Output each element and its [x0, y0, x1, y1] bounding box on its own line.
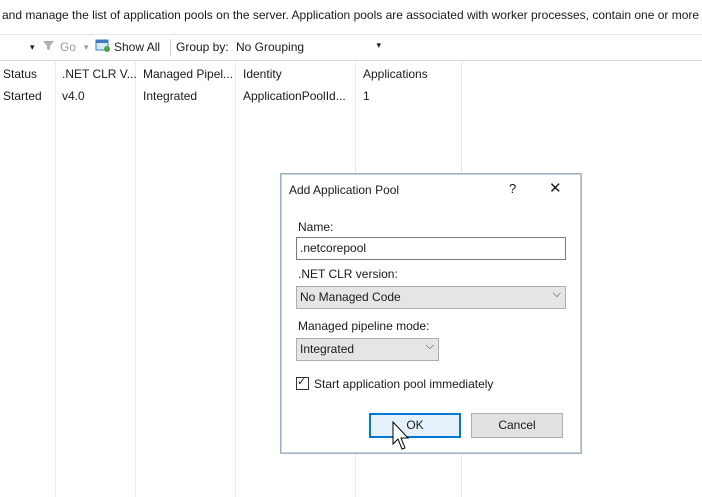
- group-by-chevron-icon: ▾: [376, 40, 381, 50]
- ok-button[interactable]: OK: [369, 413, 461, 438]
- cell-clr-version[interactable]: v4.0: [62, 89, 85, 103]
- add-application-pool-dialog: Add Application Pool ? ✕ Name: .NET CLR …: [280, 173, 582, 454]
- name-field[interactable]: [297, 238, 563, 257]
- clr-version-select[interactable]: No Managed Code ⌵: [296, 286, 566, 309]
- column-divider: [55, 60, 56, 497]
- pipeline-mode-label: Managed pipeline mode:: [298, 319, 430, 333]
- close-icon[interactable]: ✕: [549, 179, 562, 197]
- pipeline-mode-value: Integrated: [300, 342, 355, 356]
- name-label: Name:: [298, 220, 334, 234]
- go-button[interactable]: Go: [60, 40, 76, 54]
- group-by-select[interactable]: No Grouping ▾: [233, 37, 385, 57]
- column-divider: [235, 60, 236, 497]
- filter-dropdown-arrow-icon[interactable]: ▾: [30, 42, 35, 53]
- page-description: and manage the list of application pools…: [2, 8, 702, 22]
- pipeline-mode-select[interactable]: Integrated ⌵: [296, 338, 439, 361]
- start-immediately-label[interactable]: Start application pool immediately: [314, 377, 493, 391]
- cancel-button[interactable]: Cancel: [471, 413, 563, 438]
- cell-status[interactable]: Started: [3, 89, 42, 103]
- chevron-down-icon: ⌵: [552, 288, 561, 300]
- show-all-icon: [95, 39, 111, 56]
- show-all-button[interactable]: Show All: [114, 40, 160, 54]
- column-header-pipeline[interactable]: Managed Pipel...: [143, 67, 233, 81]
- column-header-identity[interactable]: Identity: [243, 67, 282, 81]
- go-dropdown-arrow-icon: ▾: [84, 42, 89, 52]
- group-by-value: No Grouping: [236, 40, 305, 54]
- start-immediately-checkbox[interactable]: ✓: [296, 376, 309, 390]
- dialog-title: Add Application Pool: [289, 183, 400, 197]
- clr-version-value: No Managed Code: [300, 290, 401, 304]
- checkmark-icon: ✓: [297, 376, 307, 388]
- column-header-status[interactable]: Status: [3, 67, 37, 81]
- column-divider: [135, 60, 136, 497]
- cell-pipeline[interactable]: Integrated: [143, 89, 197, 103]
- column-header-clr-version[interactable]: .NET CLR V...: [62, 67, 137, 81]
- name-field-box: [296, 237, 566, 260]
- cell-applications[interactable]: 1: [363, 89, 370, 103]
- chevron-down-icon: ⌵: [425, 340, 434, 352]
- clr-version-label: .NET CLR version:: [298, 267, 398, 281]
- column-header-applications[interactable]: Applications: [363, 67, 428, 81]
- toolbar: ▾ Go ▾ Show All Group by: No Grouping ▾: [0, 34, 702, 61]
- help-button[interactable]: ?: [509, 181, 516, 196]
- funnel-icon: [43, 40, 54, 54]
- cell-identity[interactable]: ApplicationPoolId...: [243, 89, 346, 103]
- toolbar-separator: [170, 39, 171, 56]
- group-by-label: Group by:: [176, 40, 229, 54]
- mouse-cursor-icon: [392, 421, 410, 450]
